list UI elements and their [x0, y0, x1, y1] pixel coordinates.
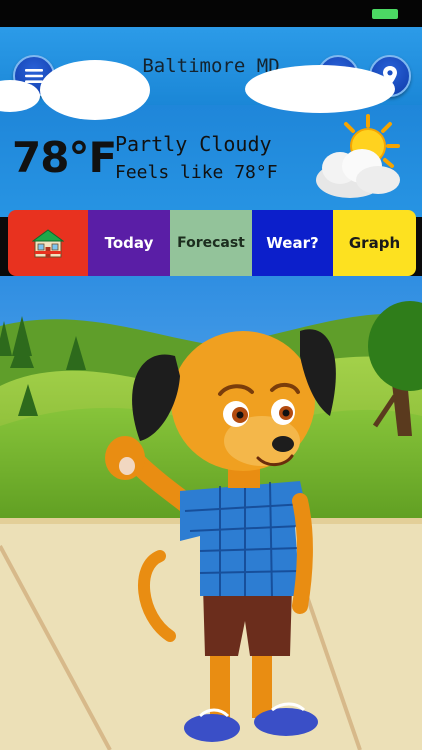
- tab-bar: Today Forecast Wear? Graph: [8, 210, 416, 292]
- tab-wear[interactable]: Wear?: [252, 210, 333, 276]
- tab-today[interactable]: Today: [88, 210, 170, 276]
- tab-home[interactable]: [8, 210, 88, 292]
- house-icon: [32, 229, 64, 258]
- temperature: 78°F: [12, 133, 117, 182]
- tab-forecast[interactable]: Forecast: [170, 210, 252, 276]
- partly-cloudy-icon: [316, 114, 400, 198]
- battery-icon: [372, 9, 398, 19]
- tab-graph[interactable]: Graph: [333, 210, 416, 276]
- weather-condition: Partly Cloudy: [115, 132, 272, 156]
- feels-like: Feels like 78°F: [115, 162, 278, 183]
- status-bar: [0, 0, 422, 27]
- outdoor-scene: [0, 276, 422, 750]
